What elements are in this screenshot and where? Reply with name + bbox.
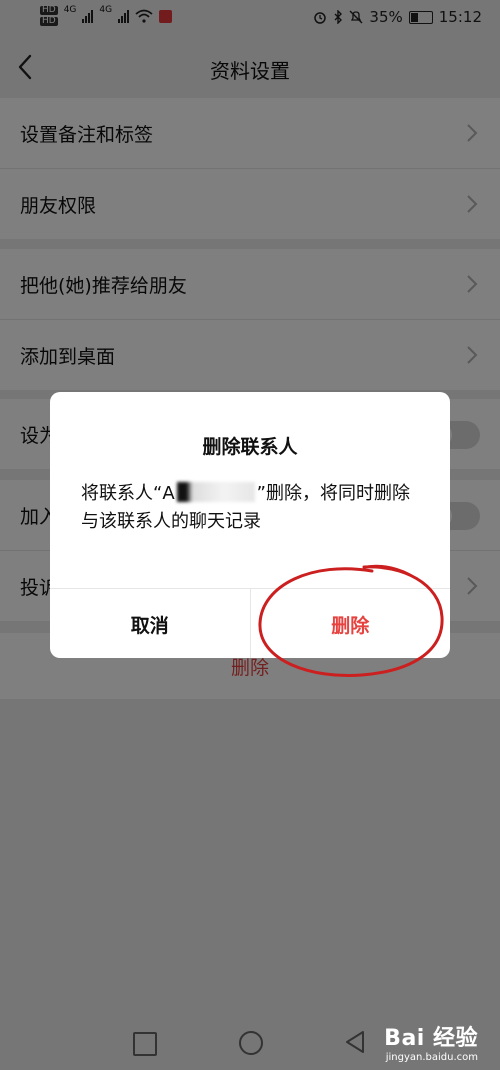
- dialog-message-prefix: 将联系人“A: [81, 483, 175, 504]
- dialog-title: 删除联系人: [202, 436, 298, 458]
- cancel-button[interactable]: 取消: [50, 589, 251, 658]
- redacted-contact-name: [176, 482, 255, 502]
- dialog-actions: 取消 删除: [50, 588, 450, 658]
- confirm-delete-button[interactable]: 删除: [251, 589, 451, 658]
- home-icon[interactable]: [239, 1031, 263, 1055]
- delete-contact-dialog: 删除联系人 将联系人“A ”删除，将同时删除与该联系人的聊天记录 取消 删除: [50, 392, 450, 658]
- back-triangle-icon[interactable]: [343, 1029, 367, 1055]
- dialog-message: 将联系人“A ”删除，将同时删除与该联系人的聊天记录: [81, 480, 419, 536]
- watermark-url: jingyan.baidu.com: [385, 1052, 478, 1063]
- watermark: Bai 经验 jingyan.baidu.com: [384, 1020, 478, 1063]
- watermark-logo: Bai 经验: [384, 1026, 478, 1051]
- recent-apps-icon[interactable]: [133, 1032, 157, 1056]
- system-nav-bar: Bai 经验 jingyan.baidu.com: [0, 1010, 500, 1070]
